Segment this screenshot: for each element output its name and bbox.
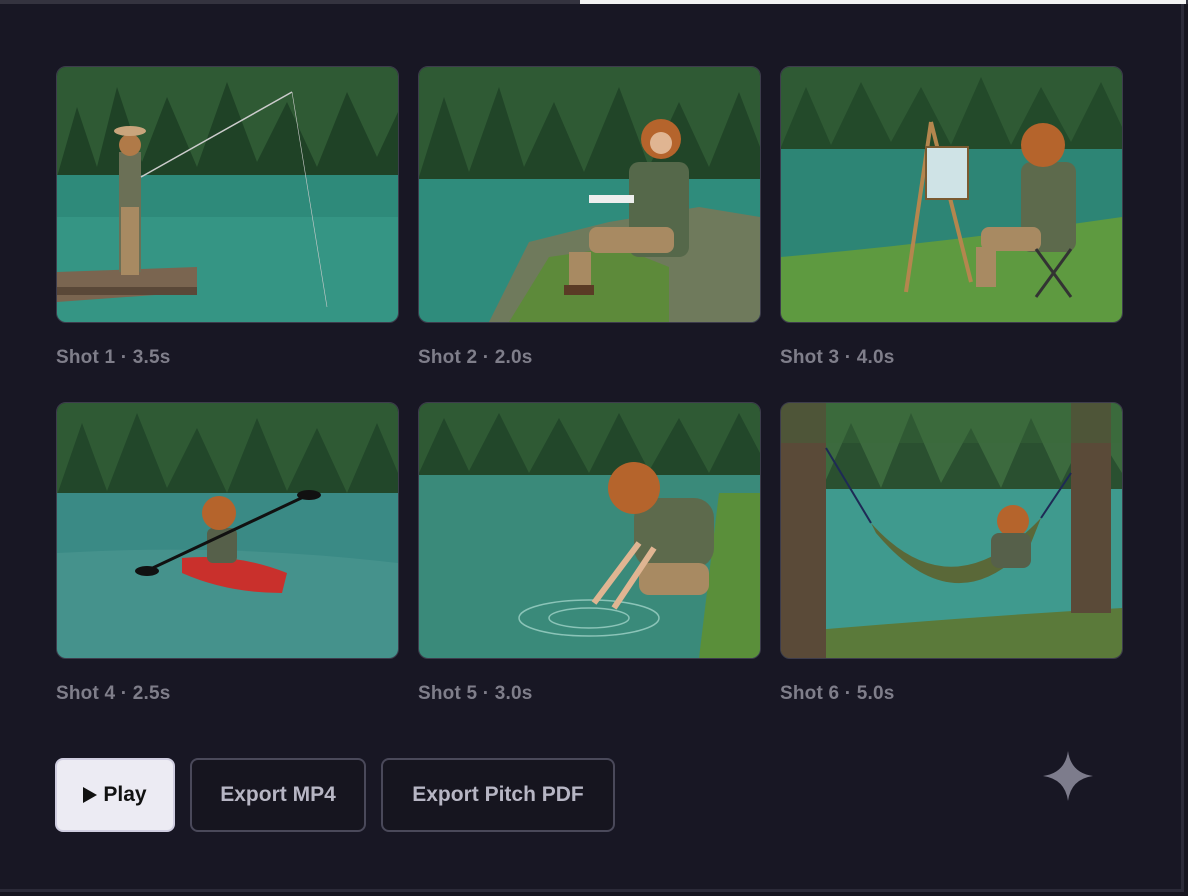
shot-tile-3[interactable]: Shot 3 · 4.0s	[780, 66, 1123, 402]
play-icon	[83, 787, 98, 803]
action-bar: Play Export MP4 Export Pitch PDF	[55, 758, 615, 832]
play-button-label: Play	[103, 783, 147, 806]
shot-thumbnail-5[interactable]	[418, 402, 761, 659]
shot-thumbnail-1[interactable]	[56, 66, 399, 323]
shot-thumbnail-3[interactable]	[780, 66, 1123, 323]
export-pitch-pdf-button[interactable]: Export Pitch PDF	[381, 758, 615, 832]
shot-caption-3: Shot 3 · 4.0s	[780, 347, 895, 368]
shot-thumbnail-4[interactable]	[56, 402, 399, 659]
top-progress-bar	[0, 0, 1188, 4]
sparkle-icon[interactable]	[1043, 751, 1093, 801]
shot-tile-5[interactable]: Shot 5 · 3.0s	[418, 402, 761, 738]
shot-tile-4[interactable]: Shot 4 · 2.5s	[56, 402, 399, 738]
shot-caption-5: Shot 5 · 3.0s	[418, 683, 533, 704]
export-mp4-button[interactable]: Export MP4	[190, 758, 366, 832]
shot-caption-4: Shot 4 · 2.5s	[56, 683, 171, 704]
shot-thumbnail-6[interactable]	[780, 402, 1123, 659]
shot-tile-6[interactable]: Shot 6 · 5.0s	[780, 402, 1123, 738]
play-button[interactable]: Play	[55, 758, 175, 832]
shot-caption-2: Shot 2 · 2.0s	[418, 347, 533, 368]
export-pitch-pdf-label: Export Pitch PDF	[412, 783, 584, 806]
shot-tile-2[interactable]: Shot 2 · 2.0s	[418, 66, 761, 402]
export-mp4-label: Export MP4	[220, 783, 336, 806]
shot-caption-1: Shot 1 · 3.5s	[56, 347, 171, 368]
shot-thumbnail-2[interactable]	[418, 66, 761, 323]
shot-caption-6: Shot 6 · 5.0s	[780, 683, 895, 704]
shot-grid: Shot 1 · 3.5s Shot 2 · 2.0s Shot 3 · 4.0…	[56, 66, 1123, 738]
shot-tile-1[interactable]: Shot 1 · 3.5s	[56, 66, 399, 402]
top-progress-segment	[580, 0, 1186, 4]
